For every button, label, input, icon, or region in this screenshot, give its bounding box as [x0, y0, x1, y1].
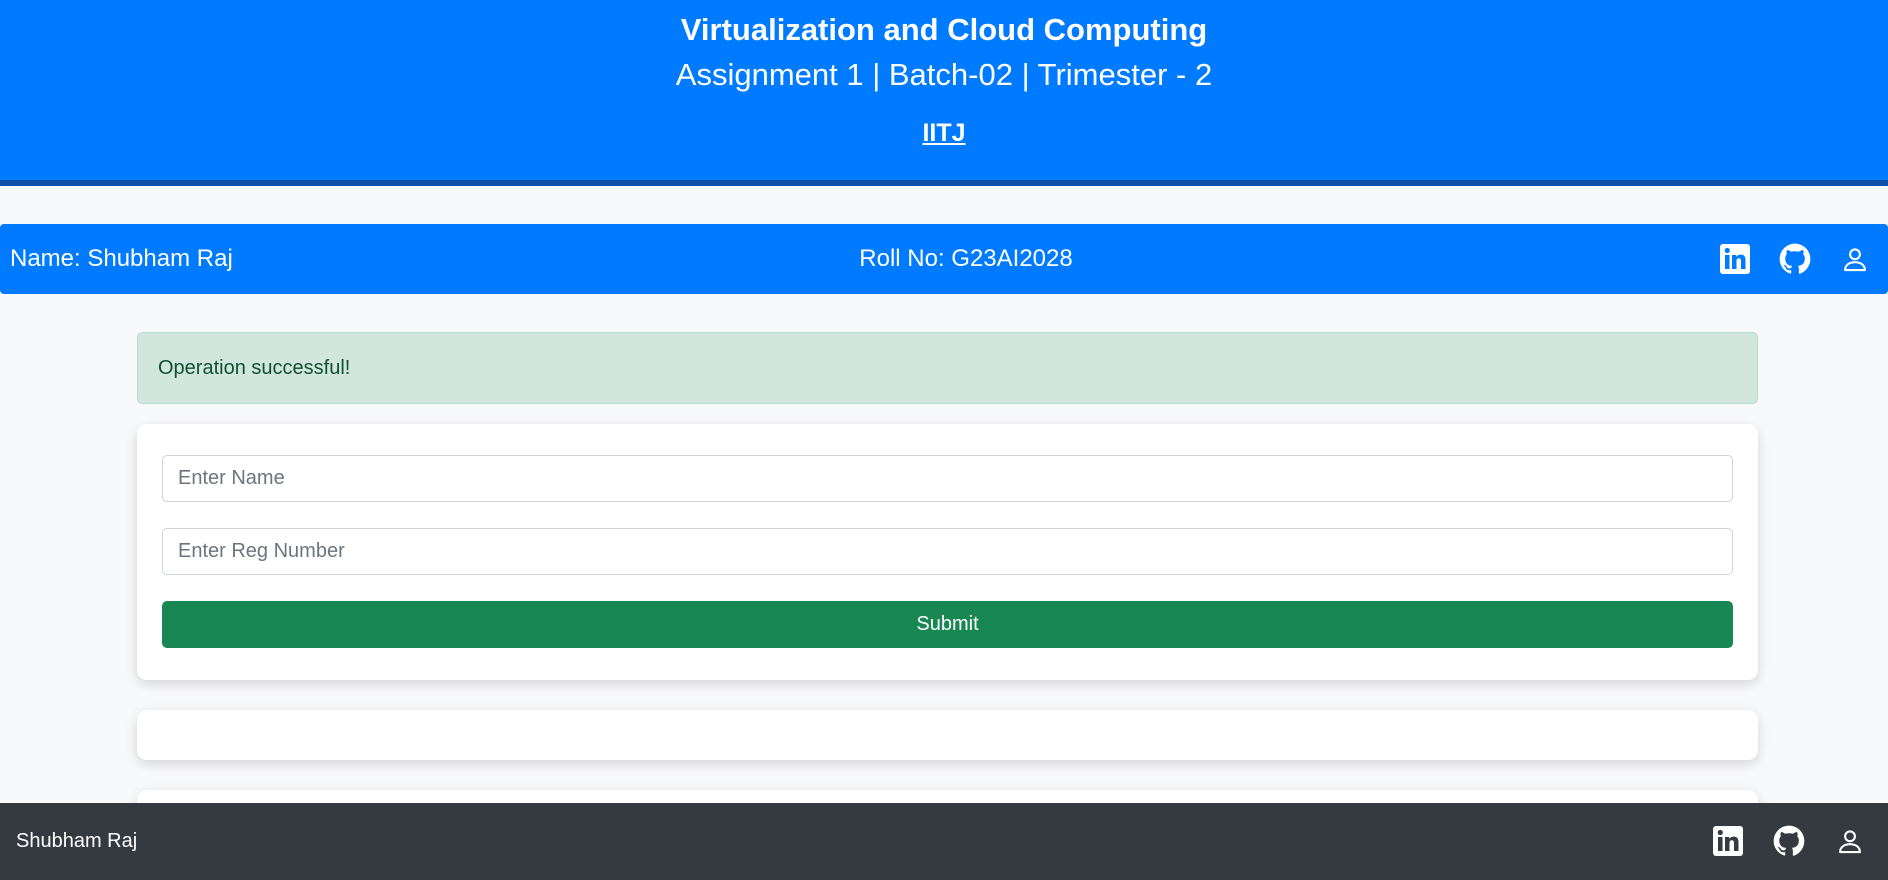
github-icon[interactable]: [1778, 242, 1812, 276]
user-icon[interactable]: [1838, 242, 1872, 276]
user-icon[interactable]: [1833, 824, 1867, 858]
success-alert: Operation successful!: [137, 332, 1758, 404]
page-title: Virtualization and Cloud Computing: [680, 12, 1208, 47]
page-footer: Shubham Raj: [0, 803, 1888, 880]
roll-number: Roll No: G23AI2028: [859, 245, 1073, 272]
iitj-link[interactable]: IITJ: [0, 117, 1888, 149]
name-input[interactable]: [162, 455, 1733, 502]
reg-number-input[interactable]: [162, 528, 1733, 575]
student-form-card: Submit: [137, 424, 1758, 680]
footer-name: Shubham Raj: [16, 830, 138, 852]
page-subtitle: Assignment 1 | Batch-02 | Trimester - 2: [675, 57, 1213, 92]
linkedin-icon[interactable]: [1711, 824, 1745, 858]
page-header: Virtualization and Cloud Computing Assig…: [0, 0, 1888, 186]
linkedin-icon[interactable]: [1718, 242, 1752, 276]
student-info-bar: Name: Shubham Raj Roll No: G23AI2028: [0, 224, 1888, 294]
github-icon[interactable]: [1772, 824, 1806, 858]
results-card: [137, 710, 1758, 760]
submit-button[interactable]: Submit: [162, 601, 1733, 648]
